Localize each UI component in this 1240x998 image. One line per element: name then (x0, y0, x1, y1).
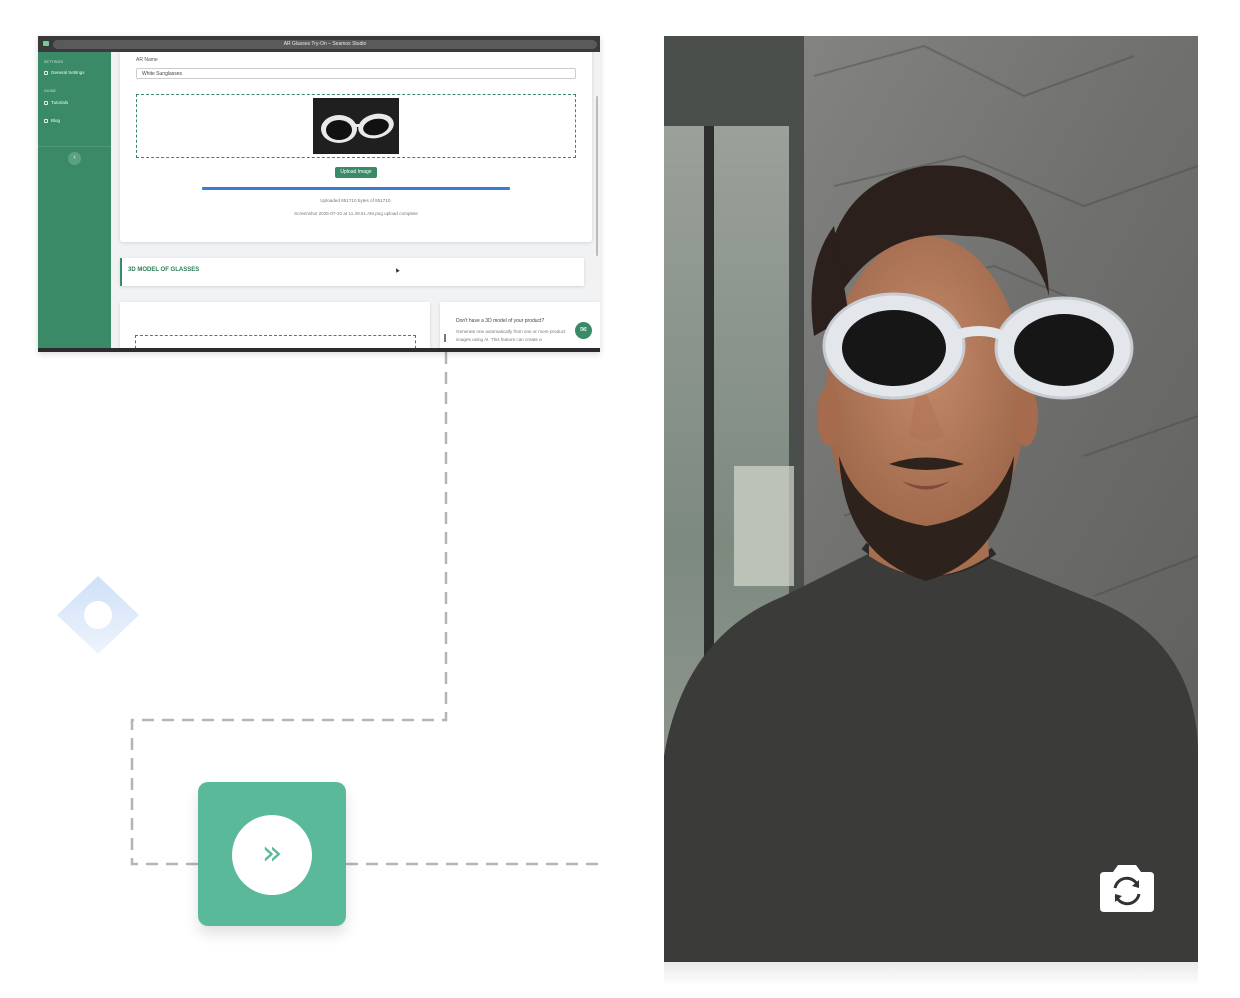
promo-text: Generate one automatically from one or m… (456, 329, 566, 342)
sidebar-item-label: General Settings (51, 70, 85, 75)
admin-screenshot: AR Glasses Try-On – Seamos Studio SETTIN… (38, 36, 600, 352)
model-dropzone[interactable] (135, 335, 416, 348)
camera-view-fade (664, 962, 1198, 986)
sidebar-item-blog[interactable]: Blog (44, 118, 60, 123)
blog-icon (44, 118, 48, 123)
upload-image-button[interactable]: Upload Image (335, 167, 377, 178)
section-3d-title: 3D MODEL OF GLASSES (128, 267, 200, 273)
scrollbar[interactable] (596, 96, 598, 256)
settings-icon (44, 70, 48, 75)
main-content: AR Name White Sunglasses Upload Image Up… (111, 52, 600, 348)
sidebar: SETTINGS General Settings GUIDE Tutorial… (38, 52, 111, 348)
forward-button[interactable]: » (198, 782, 346, 926)
promo-question: Don't have a 3D model of your product? (456, 318, 545, 324)
text-caret (444, 334, 446, 342)
sidebar-item-tutorials[interactable]: Tutorials (44, 100, 68, 105)
sidebar-section-settings: SETTINGS (44, 60, 64, 64)
double-chevron-right-icon: » (232, 815, 312, 895)
ar-name-label: AR Name (136, 57, 158, 63)
chevron-left-icon[interactable]: ‹ (68, 152, 81, 165)
sidebar-item-settings[interactable]: General Settings (44, 70, 85, 75)
sunglasses-thumbnail (313, 98, 399, 154)
upload-progress-bar (202, 187, 510, 190)
favicon-icon (43, 41, 49, 46)
sidebar-item-label: Blog (51, 118, 61, 123)
model-upload-card (120, 302, 430, 348)
ar-camera-view (664, 36, 1198, 962)
camera-switch-icon[interactable] (1096, 862, 1158, 914)
sidebar-divider (38, 146, 111, 147)
diamond-decoration-icon (57, 576, 139, 654)
window-title: AR Glasses Try-On – Seamos Studio (53, 40, 597, 49)
browser-titlebar: AR Glasses Try-On – Seamos Studio (38, 36, 600, 52)
envelope-icon[interactable]: ✉ (575, 322, 592, 339)
screenshot-bottom-edge (38, 348, 600, 352)
camera-photo (664, 36, 1198, 962)
upload-card: AR Name White Sunglasses Upload Image Up… (120, 52, 592, 242)
upload-file-status: Screenshot 2025-07-31 at 11.39.51 AM.png… (294, 211, 418, 216)
ar-name-input[interactable]: White Sunglasses (136, 68, 576, 79)
section-3d-model[interactable]: 3D MODEL OF GLASSES (120, 258, 584, 286)
book-icon (44, 100, 48, 105)
sidebar-item-label: Tutorials (51, 100, 69, 105)
sidebar-section-guide: GUIDE (44, 89, 57, 93)
upload-status-text: Uploaded 851710 bytes of 851710. (320, 198, 392, 203)
